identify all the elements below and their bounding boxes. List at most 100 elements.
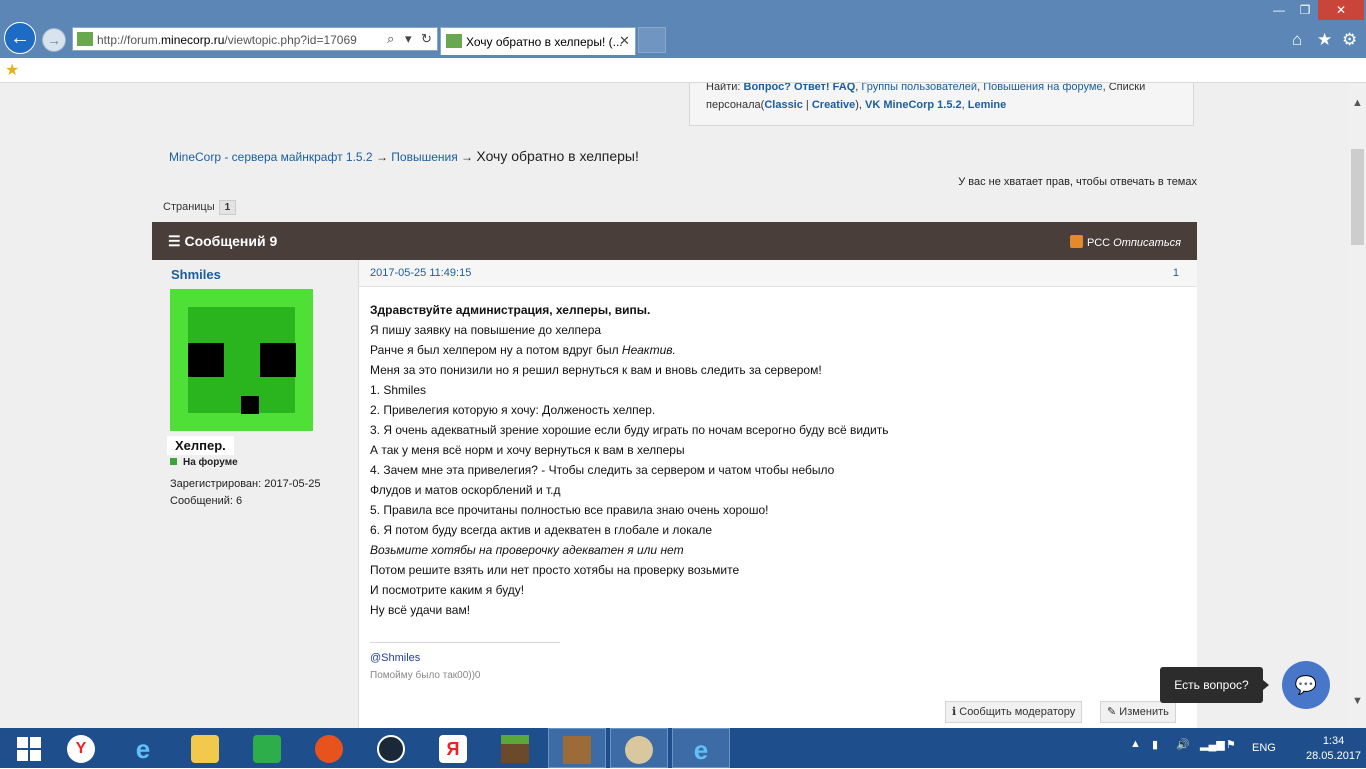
unsubscribe-link[interactable]: Отписаться <box>1113 237 1181 249</box>
scroll-up-icon[interactable]: ▲ <box>1352 97 1363 109</box>
flag-icon[interactable]: ⚑ <box>1226 738 1236 751</box>
post-line: Я пишу заявку на повышение до хелпера <box>370 323 602 337</box>
page-title: Хочу обратно в хелперы! <box>476 148 639 164</box>
yandex-browser-icon[interactable]: Y <box>52 728 110 768</box>
post-line: 6. Я потом буду всегда актив и адекватен… <box>370 523 713 537</box>
online-dot-icon <box>170 458 177 465</box>
info-line-2: персонала(Classic | Creative), VK MineCo… <box>706 99 1007 111</box>
favorites-icon[interactable]: ★ <box>1317 30 1332 50</box>
author-post-count: Сообщений: 6 <box>170 495 243 507</box>
post: 2017-05-25 11:49:15 1 Здравствуйте админ… <box>359 260 1197 728</box>
topic-header-title: ☰ Сообщений 9 <box>168 233 278 249</box>
signature-line-1: @Shmiles <box>370 652 421 664</box>
volume-icon[interactable]: 🔊 <box>1176 738 1190 751</box>
post-line: Потом решите взять или нет просто хотябы… <box>370 563 740 577</box>
tab-title: Хочу обратно в хелперы! (... <box>466 35 623 49</box>
steam-icon[interactable] <box>362 728 420 768</box>
edit-button[interactable]: ✎ Изменить <box>1100 701 1176 723</box>
browser-tab[interactable]: Хочу обратно в хелперы! (... ✕ <box>440 27 636 55</box>
tray-expand-icon[interactable]: ▲ <box>1130 738 1141 750</box>
rss-icon[interactable] <box>1069 235 1083 248</box>
author-name[interactable]: Shmiles <box>171 267 221 282</box>
restore-button[interactable]: ❐ <box>1290 0 1320 20</box>
browser-titlebar: — ❐ ✕ ← → http://forum.minecorp.ru/viewt… <box>0 0 1366 58</box>
search-icon[interactable]: ⌕ <box>387 31 394 47</box>
info-line-1: Найти: Вопрос? Ответ! FAQ, Группы пользо… <box>706 83 1146 93</box>
groups-link[interactable]: Группы пользователей <box>861 83 977 93</box>
post-line: Ранче я был хелпером ну а потом вдруг бы… <box>370 343 676 357</box>
topic-header: ☰ Сообщений 9 РСС Отписаться <box>152 222 1197 260</box>
refresh-icon[interactable]: ↻ <box>421 31 432 47</box>
signature-divider <box>370 642 560 643</box>
crafting-table-icon[interactable] <box>548 728 606 768</box>
post-line: 3. Я очень адекватный зрение хорошие есл… <box>370 423 889 437</box>
lemine-link[interactable]: Lemine <box>968 99 1007 111</box>
author-rank: Хелпер. <box>167 436 234 455</box>
creative-link[interactable]: Creative <box>812 99 855 111</box>
list-icon: ☰ <box>168 233 185 249</box>
post-line: Ну всё удачи вам! <box>370 603 471 617</box>
language-indicator[interactable]: ENG <box>1252 742 1276 754</box>
home-icon[interactable]: ⌂ <box>1292 30 1302 50</box>
yandex-icon[interactable]: Я <box>424 728 482 768</box>
online-status: На форуме <box>170 457 238 468</box>
post-body: Здравствуйте администрация, хелперы, вип… <box>370 302 1170 622</box>
breadcrumb-root[interactable]: MineCorp - сервера майнкрафт 1.5.2 <box>169 150 373 164</box>
post-line: 1. Shmiles <box>370 383 427 397</box>
promotions-link[interactable]: Повышения на форуме <box>983 83 1102 93</box>
page-number-current[interactable]: 1 <box>218 200 237 215</box>
signature-line-2: Помойму было так00))0 <box>370 670 481 681</box>
paint-icon[interactable] <box>610 728 668 768</box>
internet-explorer-icon[interactable]: e <box>114 728 172 768</box>
avatar-inner <box>188 307 296 414</box>
add-favorite-icon[interactable]: ★ <box>5 60 19 80</box>
info-box: Найти: Вопрос? Ответ! FAQ, Группы пользо… <box>689 83 1194 126</box>
windows-start-icon[interactable] <box>0 728 58 768</box>
internet-explorer-active-icon[interactable]: e <box>672 728 730 768</box>
breadcrumb-section[interactable]: Повышения <box>391 150 457 164</box>
rss-link[interactable]: РСС <box>1087 237 1110 249</box>
avatar-eye-left <box>188 343 224 377</box>
new-tab-button[interactable] <box>638 27 666 53</box>
minecraft-icon[interactable] <box>486 728 544 768</box>
topic-header-actions: РСС Отписаться <box>1069 235 1181 249</box>
close-window-button[interactable]: ✕ <box>1318 0 1364 20</box>
chevron-down-icon[interactable]: ▾ <box>405 31 412 47</box>
store-icon[interactable] <box>238 728 296 768</box>
scrollbar-thumb[interactable] <box>1351 149 1364 245</box>
post-line: Флудов и матов оскорблений и т.д <box>370 483 561 497</box>
chat-bubbles-icon[interactable]: 💬 <box>1282 661 1330 709</box>
media-player-icon[interactable] <box>300 728 358 768</box>
report-button[interactable]: ℹ Сообщить модератору <box>945 701 1083 723</box>
post-author-panel: Shmiles Хелпер. На форуме Зарегистрирова… <box>152 260 359 728</box>
battery-icon[interactable]: ▮ <box>1152 738 1158 751</box>
post-line: Возьмите хотябы на проверочку адекватен … <box>370 543 684 557</box>
no-permission-notice: У вас не хватает прав, чтобы отвечать в … <box>958 176 1197 188</box>
url-text: http://forum.minecorp.ru/viewtopic.php?i… <box>97 33 357 47</box>
back-button[interactable]: ← <box>4 22 36 54</box>
site-favicon <box>77 32 93 46</box>
post-number[interactable]: 1 <box>1173 267 1179 279</box>
vk-link[interactable]: VK MineCorp 1.5.2 <box>865 99 962 111</box>
pagination: Страницы 1 <box>163 200 237 215</box>
file-explorer-icon[interactable] <box>176 728 234 768</box>
post-line: 2. Привелегия которую я хочу: Долженость… <box>370 403 656 417</box>
scroll-down-icon[interactable]: ▼ <box>1352 695 1363 707</box>
page-scrollbar[interactable]: ▲ ▼ <box>1349 83 1366 728</box>
avatar-eye-right <box>260 343 296 377</box>
favorites-bar: ★ <box>0 58 1366 83</box>
classic-link[interactable]: Classic <box>764 99 803 111</box>
settings-icon[interactable]: ⚙ <box>1342 30 1357 50</box>
faq-link[interactable]: Вопрос? Ответ! FAQ <box>744 83 856 93</box>
avatar-mouth <box>241 396 259 414</box>
forward-button[interactable]: → <box>42 28 66 52</box>
post-date-link[interactable]: 2017-05-25 11:49:15 <box>370 267 471 279</box>
post-line: Меня за это понизили но я решил вернутьс… <box>370 363 822 377</box>
chat-tooltip: Есть вопрос? <box>1160 667 1269 703</box>
close-tab-icon[interactable]: ✕ <box>619 33 630 49</box>
address-bar[interactable]: http://forum.minecorp.ru/viewtopic.php?i… <box>72 27 438 51</box>
taskbar: Y e Я e ▲ ▮ 🔊 ▂▄▆ ⚑ ENG 1:34 28.05.2017 <box>0 728 1366 768</box>
clock[interactable]: 1:34 28.05.2017 <box>1306 734 1361 764</box>
network-icon[interactable]: ▂▄▆ <box>1200 738 1225 751</box>
post-line: А так у меня всё норм и хочу вернуться к… <box>370 443 685 457</box>
